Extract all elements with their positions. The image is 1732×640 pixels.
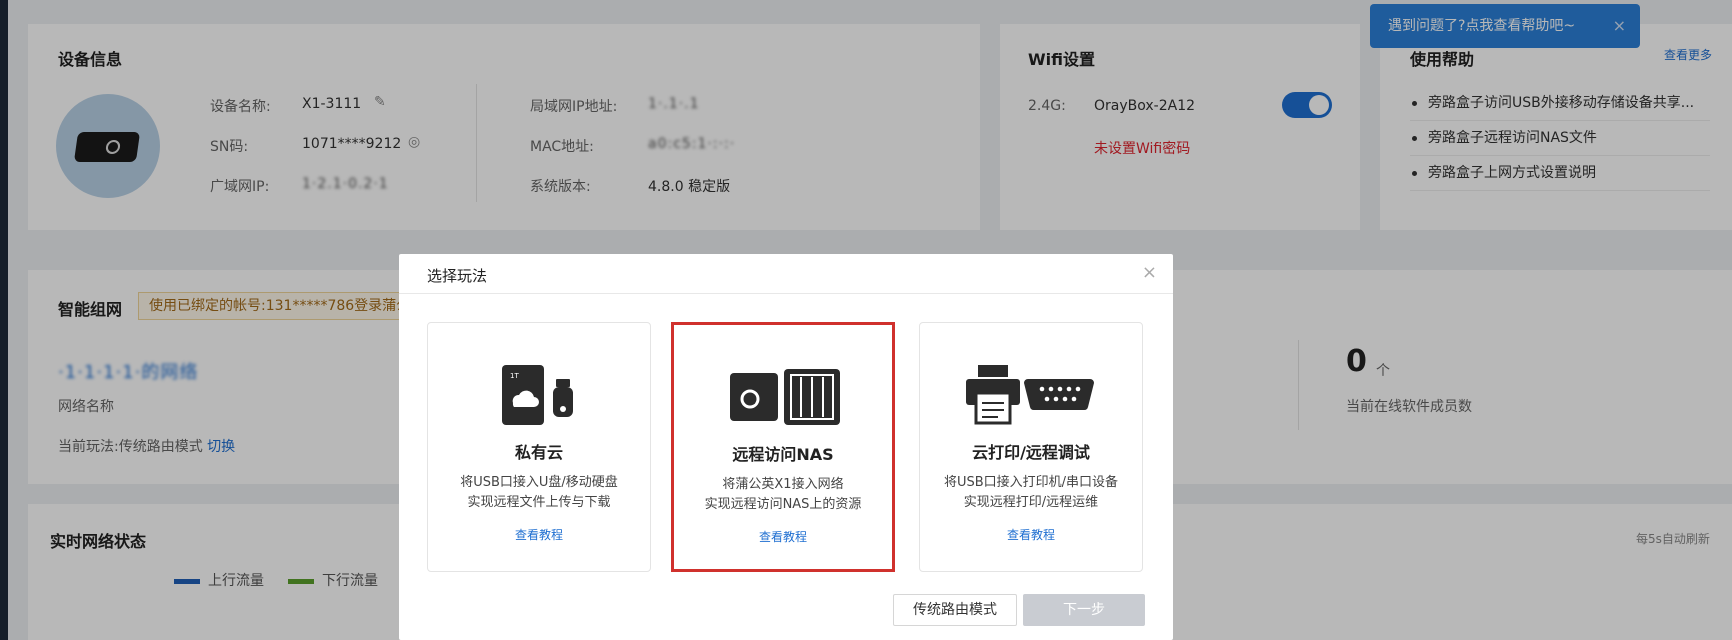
- tutorial-link[interactable]: 查看教程: [674, 528, 892, 545]
- option-desc: 实现远程打印/远程运维: [963, 495, 1099, 510]
- option-cloud-print[interactable]: 云打印/远程调试 将USB口接入打印机/串口设备 实现远程打印/远程运维 查看教…: [919, 322, 1143, 572]
- option-title: 远程访问NAS: [732, 445, 834, 464]
- option-desc: 将蒲公英X1接入网络: [722, 477, 844, 492]
- dialog-header: 选择玩法 ×: [399, 254, 1173, 294]
- dialog-title: 选择玩法: [427, 267, 488, 285]
- option-title: 私有云: [514, 443, 563, 462]
- option-desc: 将USB口接入U盘/移动硬盘: [460, 475, 618, 490]
- remote-print-icon: [920, 363, 1142, 427]
- option-remote-nas[interactable]: 远程访问NAS 将蒲公英X1接入网络 实现远程访问NAS上的资源 查看教程: [671, 322, 895, 572]
- traditional-router-mode-button[interactable]: 传统路由模式: [893, 594, 1017, 626]
- option-desc: 实现远程文件上传与下载: [467, 495, 611, 510]
- tutorial-link[interactable]: 查看教程: [920, 526, 1142, 543]
- option-title: 云打印/远程调试: [972, 443, 1090, 462]
- option-desc: 将USB口接入打印机/串口设备: [943, 475, 1119, 490]
- remote-nas-icon: [674, 365, 892, 429]
- choose-mode-dialog: 选择玩法 × 1T 私有云 将USB口接入U盘/移动硬盘 实现远程文件上传与下载…: [399, 254, 1173, 640]
- tutorial-link[interactable]: 查看教程: [428, 526, 650, 543]
- option-private-cloud[interactable]: 1T 私有云 将USB口接入U盘/移动硬盘 实现远程文件上传与下载 查看教程: [427, 322, 651, 572]
- close-icon[interactable]: ×: [1142, 262, 1157, 283]
- private-cloud-icon: 1T: [428, 363, 650, 427]
- svg-text:1T: 1T: [510, 372, 519, 380]
- option-desc: 实现远程访问NAS上的资源: [704, 497, 862, 512]
- next-step-button[interactable]: 下一步: [1023, 594, 1145, 626]
